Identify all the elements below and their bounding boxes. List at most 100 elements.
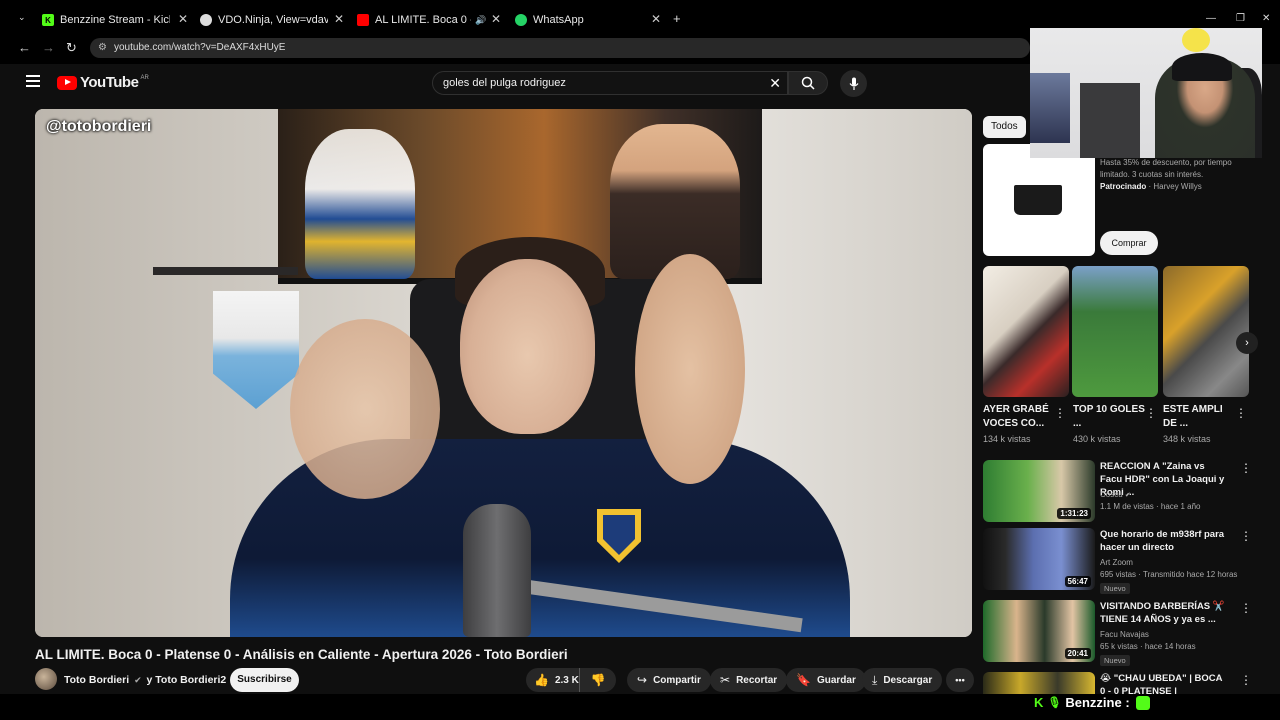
tab-kick-dashboard[interactable]: K Benzzine Stream - Kick Dashbo ✕ <box>42 8 188 32</box>
video-frame <box>610 124 740 279</box>
short-title[interactable]: TOP 10 GOLES ... <box>1073 403 1145 431</box>
ad-sponsor-name: Harvey Willys <box>1153 182 1202 191</box>
more-options-icon[interactable]: ⋮ <box>1240 461 1252 475</box>
tab-whatsapp[interactable]: WhatsApp ✕ <box>515 8 661 32</box>
webcam-frame <box>1030 73 1070 143</box>
video-channel[interactable]: Art Zoom <box>1100 558 1133 567</box>
video-thumbnail[interactable]: 20:41 <box>983 600 1095 662</box>
reload-icon[interactable]: ↻ <box>66 40 77 56</box>
tab-label: WhatsApp <box>533 14 584 26</box>
restore-icon[interactable]: ❐ <box>1236 13 1245 24</box>
save-label: Guardar <box>816 674 856 686</box>
new-badge: Nuevo <box>1100 655 1130 666</box>
youtube-icon <box>357 14 369 26</box>
sponsored-label: Patrocinado <box>1100 182 1147 191</box>
channel-name-primary[interactable]: Toto Bordieri <box>64 674 129 686</box>
search-input[interactable]: goles del pulga rodriguez ✕ <box>432 71 788 95</box>
ad-sponsor-line: Patrocinado · Harvey Willys <box>1100 182 1202 191</box>
video-duration: 20:41 <box>1064 648 1091 659</box>
short-thumbnail[interactable] <box>1163 266 1249 397</box>
channel-name[interactable]: Toto Bordieri ✔ y Toto Bordieri2 <box>64 674 226 686</box>
like-button[interactable]: 👍 2.3 K <box>526 668 580 692</box>
clear-search-icon[interactable]: ✕ <box>769 72 781 94</box>
youtube-logo[interactable]: YouTube AR <box>57 74 149 91</box>
like-count: 2.3 K <box>554 674 579 686</box>
youtube-play-icon <box>57 75 77 90</box>
tab-vdo-ninja[interactable]: VDO.Ninja, View=vdavvJayM ✕ <box>200 8 344 32</box>
channel-name-secondary[interactable]: y Toto Bordieri2 <box>147 674 227 686</box>
video-frame <box>460 259 595 434</box>
tab-list-icon[interactable]: ⌄ <box>18 12 26 23</box>
share-label: Compartir <box>653 674 701 686</box>
voice-search-button[interactable] <box>840 70 867 97</box>
video-channel[interactable]: Facu Navajas <box>1100 630 1149 639</box>
video-meta: 695 vistas · Transmitido hace 12 horas <box>1100 570 1238 579</box>
video-title[interactable]: 😭 "CHAU UBEDA" | BOCA 0 - 0 PLATENSE | R… <box>1100 672 1228 694</box>
shorts-next-arrow-icon[interactable]: › <box>1236 332 1258 354</box>
video-thumbnail[interactable]: 1:31:23 <box>983 460 1095 522</box>
download-label: Descargar <box>883 674 933 686</box>
address-bar[interactable]: ⚙ youtube.com/watch?v=DeAXF4xHUyE <box>90 38 1030 58</box>
download-button[interactable]: ⤓ Descargar <box>862 668 943 692</box>
video-channel[interactable]: Coscu ✔ <box>1100 490 1131 499</box>
site-info-icon[interactable]: ⚙ <box>98 38 107 58</box>
back-icon[interactable]: ← <box>18 40 31 55</box>
new-tab-icon[interactable]: + <box>673 11 681 26</box>
channel-avatar[interactable] <box>35 668 57 690</box>
subscribe-button[interactable]: Suscribirse <box>230 668 299 692</box>
more-options-icon[interactable]: ⋮ <box>1240 673 1252 687</box>
video-title[interactable]: VISITANDO BARBERÍAS ✂️ TIENE 14 AÑOS y y… <box>1100 600 1228 626</box>
share-button[interactable]: ↪ Compartir <box>627 668 711 692</box>
short-thumbnail[interactable] <box>1072 266 1158 397</box>
video-frame <box>290 319 440 499</box>
short-thumbnail[interactable] <box>983 266 1069 397</box>
close-window-icon[interactable]: ✕ <box>1262 13 1270 24</box>
video-title[interactable]: Que horario de m938rf para hacer un dire… <box>1100 528 1228 554</box>
buy-button[interactable]: Comprar <box>1100 231 1158 255</box>
clip-button[interactable]: ✂ Recortar <box>710 668 788 692</box>
video-duration: 1:31:23 <box>1057 508 1091 519</box>
tab-label: Benzzine Stream - Kick Dashbo <box>60 14 170 26</box>
region-code: AR <box>140 74 149 81</box>
close-tab-icon[interactable]: ✕ <box>651 12 661 26</box>
more-options-icon[interactable]: ⋮ <box>1054 406 1066 420</box>
dislike-button[interactable]: 👎 <box>580 668 616 692</box>
more-options-icon[interactable]: ⋮ <box>1240 601 1252 615</box>
scissors-icon: ✂ <box>720 673 731 687</box>
search-query: goles del pulga rodriguez <box>443 77 566 89</box>
short-title[interactable]: AYER GRABÉ VOCES CO... <box>983 403 1055 431</box>
more-actions-button[interactable]: ••• <box>946 668 974 692</box>
close-tab-icon[interactable]: ✕ <box>178 12 188 26</box>
close-tab-icon[interactable]: ✕ <box>334 12 344 26</box>
short-views: 134 k vistas <box>983 434 1031 444</box>
tab-youtube-video[interactable]: AL LIMITE. Boca 0 - Platens 🔊 ✕ <box>357 8 501 32</box>
video-thumbnail[interactable]: 56:47 <box>983 528 1095 590</box>
more-options-icon[interactable]: ⋮ <box>1235 406 1247 420</box>
filter-chip-all[interactable]: Todos <box>983 116 1026 138</box>
close-tab-icon[interactable]: ✕ <box>491 12 501 26</box>
youtube-page: YouTube AR goles del pulga rodriguez ✕ @… <box>0 64 1280 694</box>
download-icon: ⤓ <box>872 672 878 687</box>
forward-icon[interactable]: → <box>42 40 55 55</box>
browser-toolbar: ← → ↻ ⚙ youtube.com/watch?v=DeAXF4xHUyE <box>0 38 1030 60</box>
verified-icon: ✔ <box>1124 492 1131 499</box>
webcam-frame <box>1172 53 1232 81</box>
short-title[interactable]: ESTE AMPLI DE ... <box>1163 403 1235 431</box>
channel-label[interactable]: Coscu <box>1100 490 1123 499</box>
speaker-icon[interactable]: 🔊 <box>475 15 486 26</box>
minimize-icon[interactable]: — <box>1206 13 1216 24</box>
menu-icon[interactable] <box>26 75 40 87</box>
microphone-icon: 🎙 <box>1047 697 1062 709</box>
save-button[interactable]: 🔖 Guardar <box>786 668 866 692</box>
new-badge: Nuevo <box>1100 583 1130 594</box>
video-frame <box>635 254 745 484</box>
video-player[interactable]: @totobordieri <box>35 109 972 637</box>
page-scrollbar[interactable] <box>1272 64 1280 694</box>
like-dislike-group: 👍 2.3 K 👎 <box>526 668 616 692</box>
thumbs-up-icon: 👍 <box>534 673 549 687</box>
video-frame <box>153 267 298 275</box>
more-options-icon[interactable]: ⋮ <box>1240 529 1252 543</box>
search-button[interactable] <box>788 71 828 95</box>
more-options-icon[interactable]: ⋮ <box>1145 406 1157 420</box>
video-thumbnail[interactable] <box>983 672 1095 694</box>
